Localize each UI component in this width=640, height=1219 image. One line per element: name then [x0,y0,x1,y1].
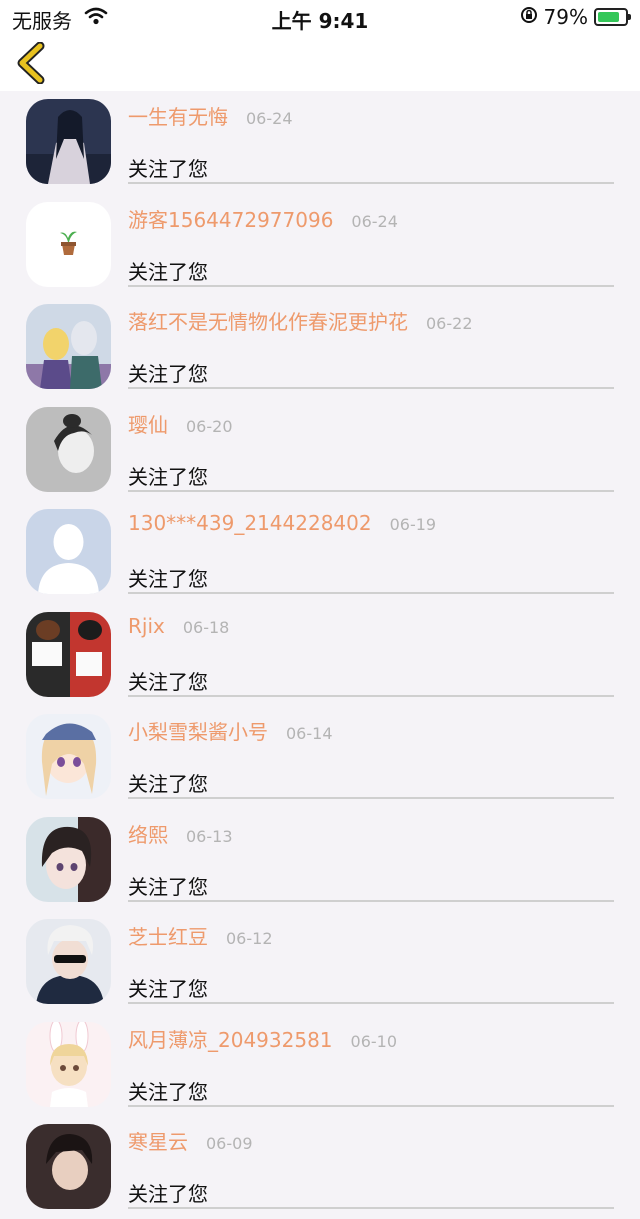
divider [128,899,614,902]
avatar[interactable] [26,611,111,697]
follow-list-item[interactable]: 璎仙 06-20 关注了您 [0,399,640,502]
avatar[interactable] [26,1124,111,1209]
username[interactable]: 130***439_2144228402 [128,511,372,535]
follow-list-item[interactable]: 风月薄凉_204932581 06-10 关注了您 [0,1014,640,1117]
follow-list-item[interactable]: Rjix 06-18 关注了您 [0,604,640,707]
divider [128,1104,614,1107]
battery-percent: 79% [543,5,588,29]
avatar[interactable] [26,406,111,492]
follow-list-item[interactable]: 一生有无悔 06-24 关注了您 [0,91,640,194]
username[interactable]: 寒星云 [128,1130,188,1154]
notification-message: 关注了您 [128,464,208,489]
notification-message: 关注了您 [128,874,208,899]
notification-message: 关注了您 [128,259,208,284]
divider [128,797,614,799]
follow-list-item[interactable]: 130***439_2144228402 06-19 关注了您 [0,501,640,604]
follow-list-item[interactable]: 络熙 06-13 关注了您 [0,809,640,912]
divider [128,284,614,287]
chevron-left-icon [17,41,45,85]
avatar[interactable] [26,1021,111,1107]
follow-notification-list: 一生有无悔 06-24 关注了您 游客1564472977096 06-24 关注了您 落红… [0,91,640,1219]
divider [128,592,614,594]
divider [128,694,614,697]
username[interactable]: Rjix [128,614,165,638]
notification-message: 关注了您 [128,1079,208,1104]
back-button[interactable] [14,41,50,85]
follow-list-item[interactable]: 落红不是无情物化作春泥更护花 06-22 关注了您 [0,296,640,399]
follow-list-item[interactable]: 芝士红豆 06-12 关注了您 [0,911,640,1014]
avatar[interactable] [26,919,111,1004]
notification-message: 关注了您 [128,157,208,181]
username[interactable]: 芝士红豆 [128,925,208,949]
status-bar: 无服务 上午 9:41 79% [0,0,640,34]
follow-date: 06-13 [186,826,233,846]
follow-list-item[interactable]: 寒星云 06-09 关注了您 [0,1116,640,1219]
nav-bar [0,34,640,91]
avatar[interactable] [26,816,111,902]
username[interactable]: 小梨雪梨酱小号 [128,720,268,744]
divider [128,489,614,492]
notification-message: 关注了您 [128,362,208,386]
battery-charging-icon [594,8,631,26]
username[interactable]: 落红不是无情物化作春泥更护花 [128,310,408,334]
notification-message: 关注了您 [128,1182,208,1206]
follow-date: 06-18 [182,617,230,637]
follow-date: 06-22 [426,314,473,333]
avatar[interactable] [26,304,111,389]
avatar[interactable] [26,714,111,799]
follow-date: 06-24 [246,109,293,128]
username[interactable]: 游客1564472977096 [128,208,333,232]
notification-message: 关注了您 [128,977,208,1001]
username[interactable]: 一生有无悔 [128,105,228,129]
username[interactable]: 风月薄凉_204932581 [128,1028,333,1052]
avatar[interactable] [26,99,111,184]
follow-date: 06-24 [351,211,398,231]
divider [128,1002,614,1004]
notification-message: 关注了您 [128,772,208,796]
follow-date: 06-10 [350,1031,398,1051]
divider [128,1207,614,1209]
follow-date: 06-12 [226,929,273,948]
username[interactable]: 璎仙 [128,413,168,437]
follow-list-item[interactable]: 小梨雪梨酱小号 06-14 关注了您 [0,706,640,809]
avatar[interactable] [26,201,111,287]
orientation-lock-icon [520,5,538,29]
follow-date: 06-20 [186,416,233,436]
follow-date: 06-09 [206,1134,253,1153]
divider [128,387,614,389]
follow-date: 06-14 [286,724,333,743]
notification-message: 关注了您 [128,669,208,694]
username[interactable]: 络熙 [128,823,168,847]
follow-date: 06-19 [389,515,437,534]
notification-message: 关注了您 [128,567,208,591]
avatar[interactable] [26,509,111,594]
follow-list-item[interactable]: 游客1564472977096 06-24 关注了您 [0,194,640,297]
divider [128,182,614,184]
